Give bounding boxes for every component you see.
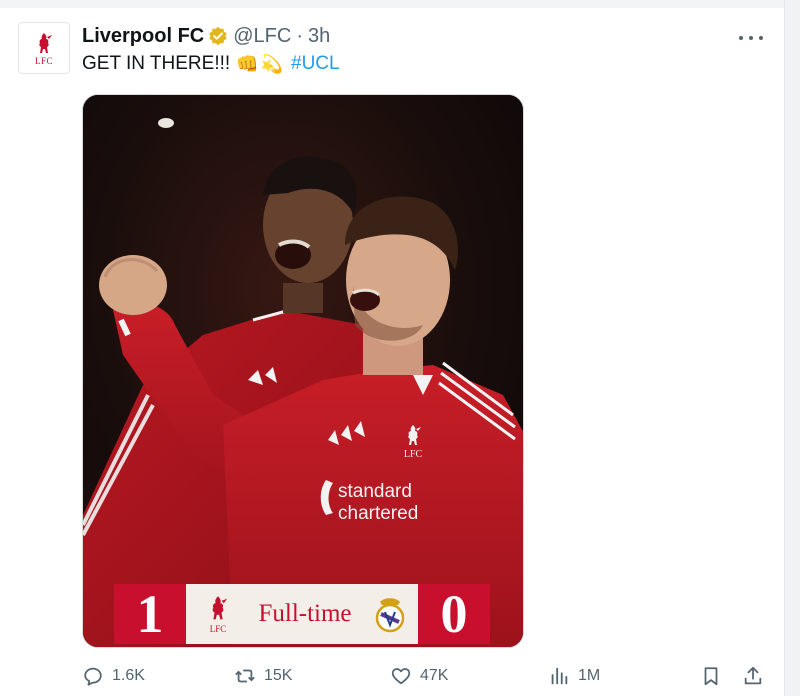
separator-dot: · <box>296 24 303 47</box>
reply-button[interactable]: 1.6K <box>82 662 145 690</box>
dizzy-emoji: 💫 <box>260 53 284 75</box>
scrollbar-track[interactable] <box>784 0 800 696</box>
lfc-crest-label: LFC <box>209 624 227 634</box>
fist-emoji: 👊 <box>236 53 259 75</box>
retweet-count: 15K <box>264 667 293 684</box>
heart-icon <box>391 668 411 685</box>
tweet-header: Liverpool FC @LFC · 3h <box>82 24 330 48</box>
reply-icon <box>84 667 102 686</box>
celebration-photo: LFC standard chartered <box>83 95 523 647</box>
timestamp[interactable]: 3h <box>308 25 330 48</box>
like-button[interactable]: 47K <box>390 662 448 690</box>
liverbird-icon <box>39 32 52 53</box>
views-button[interactable]: 1M <box>548 662 600 690</box>
views-count: 1M <box>578 667 601 684</box>
bookmark-icon <box>704 667 718 686</box>
tweet-media-image[interactable]: LFC standard chartered 1 LFC Full-time 0 <box>82 94 524 648</box>
author-handle[interactable]: @LFC <box>233 25 291 48</box>
analytics-icon <box>551 667 568 685</box>
like-count: 47K <box>420 667 449 684</box>
more-options-icon[interactable] <box>739 28 763 48</box>
retweet-icon <box>235 669 255 683</box>
real-madrid-crest-icon <box>375 598 405 633</box>
share-icon <box>744 666 762 685</box>
verified-badge-icon[interactable] <box>208 26 228 46</box>
avatar-label: LFC <box>34 55 53 66</box>
window-top-edge <box>0 0 800 8</box>
lfc-crest-icon: LFC <box>198 588 238 640</box>
scoreboard-center: LFC Full-time <box>186 584 418 644</box>
home-score: 1 <box>114 584 186 644</box>
bookmark-button[interactable] <box>700 662 722 690</box>
retweet-button[interactable]: 15K <box>234 662 292 690</box>
share-button[interactable] <box>742 662 764 690</box>
full-time-label: Full-time <box>258 600 352 627</box>
reply-count: 1.6K <box>112 667 145 684</box>
scoreboard: 1 LFC Full-time 0 <box>114 584 490 644</box>
author-name[interactable]: Liverpool FC <box>82 25 204 48</box>
tweet-text: GET IN THERE!!! 👊 💫 #UCL <box>82 53 340 75</box>
hashtag-link[interactable]: #UCL <box>291 53 340 75</box>
tweet-actions: 1.6K 15K 47K 1M <box>82 662 772 690</box>
away-score: 0 <box>418 584 490 644</box>
avatar[interactable]: LFC <box>18 22 70 74</box>
tweet-body: GET IN THERE!!! <box>82 53 231 74</box>
tweet[interactable]: LFC Liverpool FC @LFC · 3h GET IN THERE!… <box>0 8 784 696</box>
